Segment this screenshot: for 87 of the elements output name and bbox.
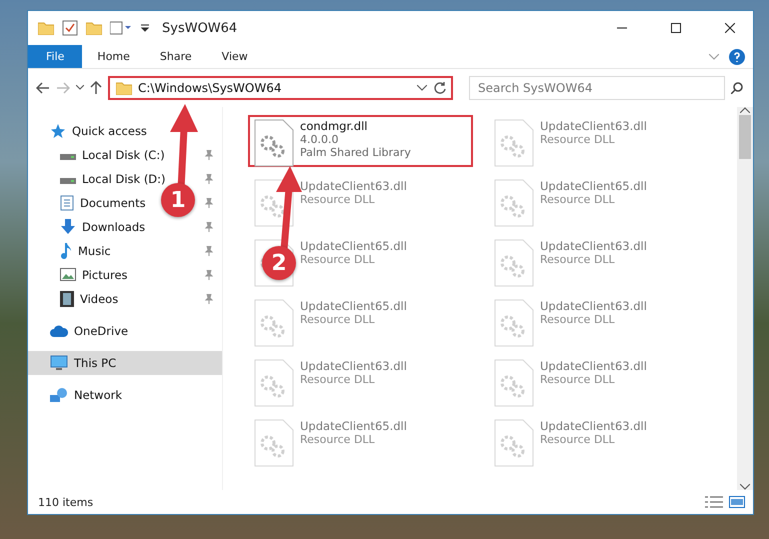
down-arrow-icon <box>60 219 76 235</box>
sidebar-item[interactable]: Videos <box>80 292 118 306</box>
sidebar-item[interactable]: Local Disk (C:) <box>82 148 165 162</box>
file-type: Resource DLL <box>300 433 376 446</box>
file-type: Resource DLL <box>300 373 376 386</box>
file-name[interactable]: UpdateClient63.dll <box>540 299 647 313</box>
file-type: Palm Shared Library <box>300 146 411 159</box>
gear-file-icon <box>254 359 294 407</box>
expand-ribbon-icon <box>709 54 719 60</box>
file-type: Resource DLL <box>540 313 616 326</box>
network-icon <box>50 387 68 403</box>
search-field[interactable]: Search SysWOW64 <box>469 76 725 100</box>
gear-file-icon <box>254 299 294 347</box>
ribbon-tab[interactable]: Home <box>82 45 145 68</box>
address-chevron-icon <box>417 85 427 91</box>
music-note-icon <box>60 243 72 259</box>
sidebar-item[interactable]: Downloads <box>82 220 146 234</box>
gear-file-icon <box>494 179 534 227</box>
file-name[interactable]: UpdateClient63.dll <box>540 359 647 373</box>
sidebar-item[interactable]: Documents <box>80 196 146 210</box>
sidebar-item[interactable]: Network <box>74 388 122 402</box>
up-arrow-icon <box>90 81 102 95</box>
forward-arrow-icon <box>56 82 70 94</box>
file-name[interactable]: UpdateClient65.dll <box>540 179 647 193</box>
address-bar[interactable]: C:\Windows\SysWOW64 <box>108 76 453 100</box>
scrollbar-thumb[interactable] <box>739 115 751 159</box>
file-type: Resource DLL <box>300 313 376 326</box>
file-name[interactable]: UpdateClient65.dll <box>300 239 407 253</box>
file-name[interactable]: UpdateClient63.dll <box>300 179 407 193</box>
picture-icon <box>60 268 76 282</box>
file-menu-tab[interactable]: File <box>28 45 82 68</box>
star-icon <box>50 123 66 139</box>
file-name[interactable]: UpdateClient65.dll <box>300 299 407 313</box>
folder-icon <box>116 81 132 95</box>
help-icon <box>729 48 745 64</box>
file-type: Resource DLL <box>540 253 616 266</box>
file-type: Resource DLL <box>540 193 616 206</box>
file-name[interactable]: UpdateClient63.dll <box>300 359 407 373</box>
gear-file-icon <box>494 119 534 167</box>
file-type: Resource DLL <box>300 253 376 266</box>
file-name[interactable]: UpdateClient65.dll <box>300 419 407 433</box>
details-view-icon <box>705 496 723 508</box>
cloud-icon <box>50 325 68 337</box>
ribbon-tab[interactable]: Share <box>144 45 207 68</box>
large-icons-view-icon <box>729 496 745 508</box>
scroll-up-icon <box>740 107 750 113</box>
file-type: Resource DLL <box>540 433 616 446</box>
window-title: SysWOW64 <box>162 20 238 36</box>
file-name[interactable]: UpdateClient63.dll <box>540 419 647 433</box>
gear-file-icon <box>494 419 534 467</box>
close-icon <box>725 23 735 33</box>
file-name[interactable]: condmgr.dll <box>300 119 411 133</box>
recent-chevron-icon <box>76 85 84 91</box>
gear-file-icon <box>494 359 534 407</box>
maximize-icon <box>671 23 681 33</box>
search-icon <box>731 82 743 94</box>
checklist-icon <box>62 20 78 36</box>
file-type: Resource DLL <box>300 193 376 206</box>
sidebar-item[interactable]: Music <box>78 244 111 258</box>
address-path: C:\Windows\SysWOW64 <box>138 81 282 95</box>
sidebar-item[interactable]: OneDrive <box>74 324 128 338</box>
sidebar-item[interactable]: This PC <box>74 356 116 370</box>
sidebar-item[interactable]: Pictures <box>82 268 128 282</box>
gear-file-icon <box>494 239 534 287</box>
item-count: 110 items <box>38 496 94 508</box>
sidebar-item[interactable]: Quick access <box>72 124 147 138</box>
file-type: Resource DLL <box>540 133 616 146</box>
film-icon <box>60 291 74 307</box>
monitor-icon <box>50 355 68 371</box>
gear-file-icon <box>254 419 294 467</box>
scroll-down-icon <box>740 484 750 490</box>
file-name[interactable]: UpdateClient63.dll <box>540 119 647 133</box>
properties-icon <box>110 21 132 35</box>
document-icon <box>60 195 74 211</box>
scrollbar[interactable] <box>737 107 753 490</box>
folder-icon <box>38 21 54 35</box>
back-arrow-icon <box>36 82 50 94</box>
gear-file-icon <box>494 299 534 347</box>
refresh-icon <box>433 81 447 95</box>
ribbon-tab[interactable]: View <box>206 45 263 68</box>
dropdown-icon <box>140 23 150 33</box>
file-type: Resource DLL <box>540 373 616 386</box>
file-name[interactable]: UpdateClient63.dll <box>540 239 647 253</box>
sidebar-item[interactable]: Local Disk (D:) <box>82 172 166 186</box>
new-folder-icon <box>86 21 102 35</box>
file-version: 4.0.0.0 <box>300 133 340 146</box>
gear-file-icon <box>254 119 294 167</box>
